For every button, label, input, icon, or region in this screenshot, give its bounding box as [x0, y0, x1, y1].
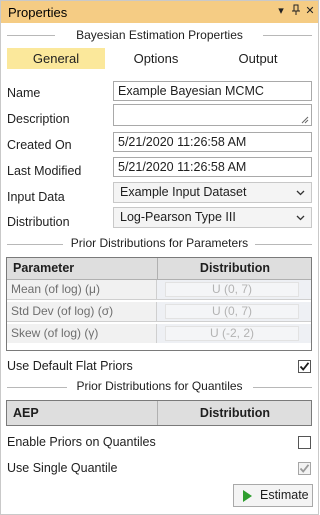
prior-quantiles-table: AEP Distribution [6, 400, 312, 426]
use-single-quantile-label: Use Single Quantile [7, 461, 118, 475]
distribution-select[interactable]: Log-Pearson Type III [113, 207, 312, 228]
input-data-value: Example Input Dataset [120, 185, 247, 199]
distribution-value: U (0, 7) [165, 304, 299, 319]
created-on-field: 5/21/2020 11:26:58 AM [113, 132, 312, 152]
chevron-down-icon [296, 183, 305, 209]
panel-titlebar: Properties ▾ ✕ [1, 1, 318, 23]
prior-params-divider-right [255, 244, 312, 245]
distribution-value: Log-Pearson Type III [120, 210, 236, 224]
last-modified-label: Last Modified [7, 164, 82, 178]
panel-menu-dropdown-icon[interactable]: ▾ [275, 4, 287, 18]
checkmark-icon [299, 362, 310, 371]
table-row: Mean (of log) (μ) U (0, 7) [7, 280, 311, 300]
column-header-distribution: Distribution [199, 406, 271, 420]
column-divider [157, 258, 158, 279]
checkmark-icon [299, 464, 310, 473]
enable-priors-on-quantiles-label: Enable Priors on Quantiles [7, 435, 156, 449]
close-icon[interactable]: ✕ [304, 4, 316, 18]
table-row: Std Dev (of log) (σ) U (0, 7) [7, 302, 311, 322]
tab-options[interactable]: Options [107, 48, 205, 69]
input-data-select[interactable]: Example Input Dataset [113, 182, 312, 203]
column-divider [157, 401, 158, 425]
last-modified-field: 5/21/2020 11:26:58 AM [113, 157, 312, 177]
created-on-label: Created On [7, 138, 72, 152]
table-header: Parameter Distribution [7, 258, 311, 280]
prior-quantiles-divider-right [253, 387, 312, 388]
column-header-aep: AEP [13, 406, 39, 420]
resize-grip-icon[interactable] [301, 116, 309, 124]
enable-priors-on-quantiles-checkbox[interactable] [298, 436, 311, 449]
section-divider-right [263, 35, 312, 36]
prior-quantiles-title: Prior Distributions for Quantiles [76, 379, 243, 393]
distribution-value: U (-2, 2) [165, 326, 299, 341]
tab-output[interactable]: Output [209, 48, 307, 69]
column-header-distribution: Distribution [199, 261, 271, 275]
parameter-cell: Std Dev (of log) (σ) [7, 302, 157, 321]
estimate-button-label: Estimate [260, 488, 309, 502]
parameter-cell: Skew (of log) (γ) [7, 324, 157, 343]
distribution-cell: U (-2, 2) [157, 324, 311, 343]
name-label: Name [7, 86, 41, 100]
table-header: AEP Distribution [7, 401, 311, 425]
parameter-cell: Mean (of log) (μ) [7, 280, 157, 299]
prior-params-table: Parameter Distribution Mean (of log) (μ)… [6, 257, 312, 351]
description-label: Description [7, 112, 70, 126]
use-single-quantile-checkbox[interactable] [298, 462, 311, 475]
input-data-label: Input Data [7, 190, 65, 204]
description-input[interactable] [113, 104, 312, 126]
panel-title: Properties [8, 5, 68, 20]
pin-icon[interactable] [290, 4, 302, 18]
column-header-parameter: Parameter [13, 261, 75, 275]
chevron-down-icon [296, 208, 305, 234]
use-default-flat-priors-checkbox[interactable] [298, 360, 311, 373]
distribution-label: Distribution [7, 215, 70, 229]
properties-panel: Properties ▾ ✕ Bayesian Estimation Prope… [0, 0, 319, 515]
prior-params-title: Prior Distributions for Parameters [70, 236, 249, 250]
play-icon [243, 490, 252, 502]
tab-general[interactable]: General [7, 48, 105, 69]
use-default-flat-priors-label: Use Default Flat Priors [7, 359, 133, 373]
name-input[interactable]: Example Bayesian MCMC [113, 81, 312, 101]
table-row: Skew (of log) (γ) U (-2, 2) [7, 324, 311, 344]
distribution-cell: U (0, 7) [157, 302, 311, 321]
distribution-cell: U (0, 7) [157, 280, 311, 299]
estimate-button[interactable]: Estimate [233, 484, 313, 507]
distribution-value: U (0, 7) [165, 282, 299, 297]
